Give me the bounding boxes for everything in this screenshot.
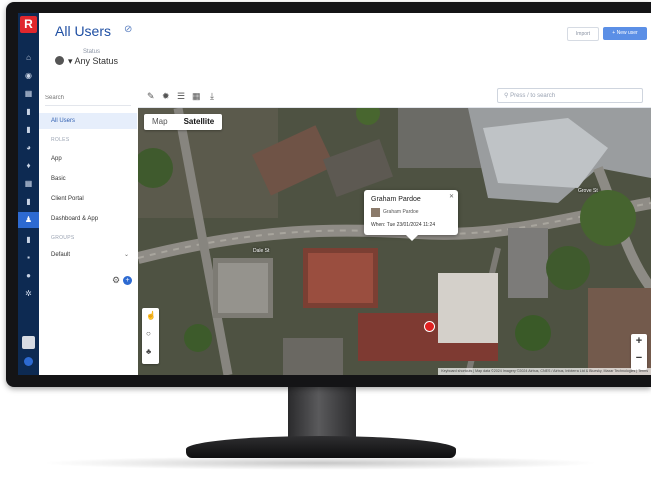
map-draw-tools: ☝ ○ ♣ <box>142 308 159 364</box>
clipboard-icon[interactable]: ▮ <box>24 125 33 134</box>
map-attribution[interactable]: Keyboard shortcuts | Map data ©2024 Imag… <box>438 368 651 375</box>
sidebar-item-all-users[interactable]: All Users <box>39 113 137 129</box>
group-select-value: Default <box>51 252 71 258</box>
add-group-icon[interactable]: + <box>123 276 132 285</box>
sidebar-item-role[interactable]: Dashboard & App <box>39 211 137 227</box>
map-type-control: Map Satellite <box>144 114 223 130</box>
page-title: All Users <box>55 23 112 39</box>
group-select[interactable]: Default ⌄ <box>39 247 137 263</box>
lasso-icon[interactable]: ○ <box>146 329 151 338</box>
settings-icon[interactable]: ✲ <box>24 289 33 298</box>
gear-icon[interactable]: ✹ <box>162 91 170 101</box>
app-logo[interactable]: R <box>20 16 37 33</box>
nav-rail: R ⌂ ◉ ▦ ▮ ▮ ◕ ♦ ▦ ▮ ♟ ▮ ▪ ● ✲ <box>18 13 39 375</box>
hand-icon[interactable]: ☝ <box>146 311 156 320</box>
grid-icon[interactable]: ▦ <box>24 179 33 188</box>
road-label: Dale St <box>253 248 270 254</box>
groups-header: GROUPS <box>51 235 75 241</box>
popup-user-label: Graham Pardoe <box>383 209 419 215</box>
gear-icon[interactable]: ⚙ <box>112 275 120 286</box>
monitor-bezel: R ⌂ ◉ ▦ ▮ ▮ ◕ ♦ ▦ ▮ ♟ ▮ ▪ ● ✲ All Users … <box>6 2 651 387</box>
satellite-imagery <box>138 108 651 375</box>
users-icon[interactable]: ♟ <box>18 212 39 228</box>
new-user-button[interactable]: + New user <box>603 27 647 40</box>
monitor-stand-base <box>186 436 456 458</box>
map-type-satellite-button[interactable]: Satellite <box>176 114 223 130</box>
page-header: All Users ⊘ Status ▾ Any Status Import +… <box>39 13 651 85</box>
roles-header: ROLES <box>51 137 70 143</box>
account-icon[interactable] <box>24 357 33 366</box>
refresh-icon[interactable]: ⊘ <box>124 24 132 35</box>
map-search-placeholder: Press / to search <box>510 93 556 99</box>
chat-icon[interactable]: ▪ <box>24 253 33 262</box>
monitor-stand-neck <box>288 387 356 439</box>
home-icon[interactable]: ⌂ <box>24 53 33 62</box>
table-icon[interactable]: ▦ <box>192 91 201 101</box>
people-icon[interactable]: ♣ <box>146 347 151 356</box>
sidebar-item-role[interactable]: Basic <box>39 171 137 187</box>
lock-icon[interactable]: ▮ <box>24 235 33 244</box>
status-filter-select[interactable]: ▾ Any Status <box>55 56 118 67</box>
status-filter-value: Any Status <box>74 56 119 66</box>
road-label: Grove St <box>578 188 598 194</box>
import-button[interactable]: Import <box>567 27 599 41</box>
user-location-popup: Graham Pardoe ✕ Graham Pardoe When: Tue … <box>364 190 458 241</box>
zoom-control: + − <box>631 334 647 370</box>
edit-icon[interactable]: ✎ <box>147 91 155 101</box>
download-icon[interactable]: ⤓ <box>210 91 214 101</box>
zoom-out-button[interactable]: − <box>631 352 647 364</box>
dashboard-icon[interactable]: ◕ <box>24 143 33 152</box>
sidebar-item-role[interactable]: Client Portal <box>39 191 137 207</box>
document-icon[interactable]: ▮ <box>24 107 33 116</box>
user-location-marker[interactable] <box>424 321 435 332</box>
status-circle-icon <box>55 56 64 65</box>
close-icon[interactable]: ✕ <box>449 193 454 200</box>
sidebar-item-role[interactable]: App <box>39 151 137 167</box>
app-screen: R ⌂ ◉ ▦ ▮ ▮ ◕ ♦ ▦ ▮ ♟ ▮ ▪ ● ✲ All Users … <box>18 13 651 375</box>
file-icon[interactable]: ▮ <box>24 197 33 206</box>
popup-timestamp: When: Tue 23/01/2024 11:24 <box>371 222 436 228</box>
sidebar-search-input[interactable] <box>45 91 131 106</box>
location-icon[interactable]: ◉ <box>24 71 33 80</box>
chevron-down-icon: ⌄ <box>123 252 129 258</box>
list-icon[interactable]: ☰ <box>177 91 185 101</box>
status-filter-label: Status <box>83 49 101 55</box>
zoom-in-button[interactable]: + <box>631 335 647 347</box>
floor-shadow <box>40 456 600 470</box>
bell-icon[interactable]: ♦ <box>24 161 33 170</box>
popup-user-name: Graham Pardoe <box>371 196 421 203</box>
map-type-map-button[interactable]: Map <box>144 114 176 130</box>
help-icon[interactable]: ● <box>24 271 33 280</box>
satellite-map[interactable]: Dale St Grove St Map Satellite Graham Par… <box>138 108 651 375</box>
user-avatar[interactable] <box>22 336 35 349</box>
map-search-input[interactable]: ⚲ Press / to search <box>497 88 643 103</box>
user-thumbnail <box>371 208 380 217</box>
users-sidebar: All Users ROLES App Basic Client Portal … <box>39 85 139 375</box>
map-toolbar: ✎ ✹ ☰ ▦ ⤓ ⚲ Press / to search <box>138 85 651 108</box>
calendar-icon[interactable]: ▦ <box>24 89 33 98</box>
